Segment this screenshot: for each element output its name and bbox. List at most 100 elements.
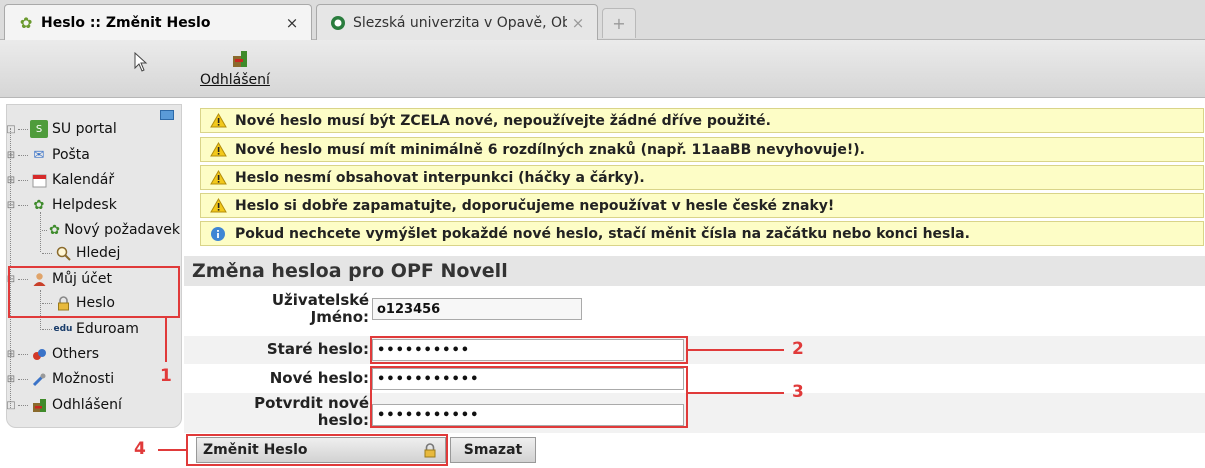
tree-connector	[40, 212, 41, 252]
message-text: Heslo si dobře zapamatujte, doporučujeme…	[235, 197, 835, 214]
tree-connector	[42, 252, 52, 254]
sidebar-item-label: Kalendář	[52, 172, 115, 188]
new-password-label: Nové heslo:	[269, 369, 369, 387]
username-row: Uživatelské Jméno:	[184, 288, 1205, 334]
tree-connector	[42, 229, 48, 231]
annotation-box-3	[370, 366, 688, 428]
sidebar-item-label: Eduroam	[76, 321, 139, 337]
sidebar-item-novy-pozadavek[interactable]: ✿ Nový požadavek	[42, 219, 180, 241]
tree-connector	[18, 204, 28, 206]
sidebar-item-others[interactable]: ⊞ Others	[6, 343, 99, 365]
sidebar-item-hledej[interactable]: Hledej	[42, 242, 120, 264]
expand-icon[interactable]: ⊞	[6, 175, 16, 186]
message-text: Nové heslo musí být ZCELA nové, nepoužív…	[235, 112, 771, 129]
confirm-label-line: heslo:	[317, 411, 369, 429]
warning-icon	[209, 169, 227, 187]
username-label-line: Jméno:	[310, 308, 369, 326]
tree-connector	[18, 353, 28, 355]
tree-leaf-icon: □	[6, 399, 16, 411]
tree-connector	[18, 378, 28, 380]
tab-title: Heslo :: Změnit Heslo	[41, 14, 211, 31]
sidebar-item-label: Others	[52, 346, 100, 362]
tab-title: Slezská univerzita v Opavě, Obc...	[353, 14, 567, 31]
annotation-number-4: 4	[134, 439, 146, 459]
helpdesk-icon: ✿	[33, 197, 45, 213]
clear-button[interactable]: Smazat	[450, 437, 536, 463]
annotation-line-1	[165, 318, 167, 362]
sidebar-item-kalendar[interactable]: ⊞ Kalendář	[6, 169, 114, 191]
annotation-box-4	[186, 434, 448, 466]
sidebar-item-posta[interactable]: ⊞ ✉ Pošta	[6, 144, 90, 166]
logout-toolbar-button[interactable]: Odhlášení	[200, 46, 290, 94]
annotation-box-1	[8, 266, 180, 318]
calendar-icon	[30, 171, 48, 189]
warning-message: Heslo si dobře zapamatujte, doporučujeme…	[200, 193, 1204, 218]
sidebar-item-su-portal[interactable]: □ S SU portal	[6, 118, 117, 140]
helpdesk-icon: ✿	[49, 222, 61, 238]
warning-message: Nové heslo musí být ZCELA nové, nepoužív…	[200, 108, 1204, 133]
mouse-cursor-icon	[134, 52, 148, 72]
logout-icon	[30, 396, 48, 414]
annotation-number-2: 2	[792, 339, 804, 359]
page-title: Změna hesloa pro OPF Novell	[184, 256, 1205, 286]
browser-tab-strip: ✿ Heslo :: Změnit Heslo × Slezská univer…	[0, 0, 1205, 40]
annotation-number-1: 1	[160, 366, 172, 386]
annotation-number-3: 3	[792, 382, 804, 402]
collapse-panel-icon[interactable]	[160, 110, 174, 120]
tree-leaf-icon: □	[6, 123, 16, 135]
sidebar-item-label: SU portal	[52, 121, 117, 137]
warning-message: Heslo nesmí obsahovat interpunkci (háčky…	[200, 165, 1204, 190]
username-label-line: Uživatelské	[271, 291, 369, 309]
new-tab-button[interactable]: +	[602, 8, 636, 38]
close-tab-icon[interactable]: ×	[281, 14, 303, 32]
annotation-line-3	[688, 392, 784, 394]
collapse-icon[interactable]: ⊟	[6, 200, 16, 211]
expand-icon[interactable]: ⊞	[6, 374, 16, 385]
username-label: Uživatelské Jméno:	[272, 292, 369, 326]
tree-connector	[18, 179, 28, 181]
logout-label: Odhlášení	[200, 72, 270, 88]
confirm-password-label: Potvrdit nové heslo:	[254, 395, 369, 429]
tab-heslo[interactable]: ✿ Heslo :: Změnit Heslo ×	[4, 4, 312, 40]
sidebar-item-label: Nový požadavek	[64, 222, 180, 238]
tree-connector	[18, 154, 28, 156]
sidebar-item-label: Pošta	[52, 147, 90, 163]
options-icon	[30, 370, 48, 388]
annotation-line-4	[158, 449, 188, 451]
tree-connector	[42, 328, 52, 330]
annotation-box-2	[370, 336, 688, 364]
warning-message: Nové heslo musí mít minimálně 6 rozdílný…	[200, 137, 1204, 162]
sidebar-item-moznosti[interactable]: ⊞ Možnosti	[6, 368, 114, 390]
tree-connector	[18, 404, 28, 406]
message-text: Heslo nesmí obsahovat interpunkci (háčky…	[235, 169, 645, 186]
old-password-label: Staré heslo:	[266, 340, 369, 358]
tab-slezska-univerzita[interactable]: Slezská univerzita v Opavě, Obc... ×	[316, 4, 598, 40]
sidebar-item-label: Helpdesk	[52, 197, 117, 213]
message-text: Pokud nechcete vymýšlet pokaždé nové hes…	[235, 225, 970, 242]
new-password-row: Nové heslo:	[184, 366, 1205, 392]
expand-icon[interactable]: ⊞	[6, 349, 16, 360]
tree-connector	[18, 128, 28, 130]
eduroam-icon: edu	[53, 324, 73, 334]
logout-icon	[233, 51, 247, 67]
others-icon	[30, 345, 48, 363]
sidebar-item-odhlaseni[interactable]: □ Odhlášení	[6, 394, 122, 416]
info-message: Pokud nechcete vymýšlet pokaždé nové hes…	[200, 221, 1204, 246]
confirm-password-row: Potvrdit nové heslo:	[184, 393, 1205, 433]
username-field[interactable]	[372, 298, 582, 320]
app-toolbar	[0, 40, 1205, 98]
sidebar-item-helpdesk[interactable]: ⊟ ✿ Helpdesk	[6, 194, 117, 216]
portal-icon: S	[30, 120, 48, 138]
search-icon	[54, 244, 72, 262]
sidebar-item-label: Možnosti	[52, 371, 115, 387]
annotation-line-2	[688, 349, 784, 351]
university-icon	[329, 14, 347, 32]
gear-icon: ✿	[19, 13, 33, 32]
warning-icon	[209, 112, 227, 130]
sidebar-item-label: Hledej	[76, 245, 121, 261]
mail-icon: ✉	[33, 147, 45, 163]
sidebar-item-label: Odhlášení	[52, 397, 122, 413]
sidebar-item-eduroam[interactable]: edu Eduroam	[42, 318, 139, 340]
expand-icon[interactable]: ⊞	[6, 150, 16, 161]
close-tab-icon[interactable]: ×	[567, 14, 589, 32]
